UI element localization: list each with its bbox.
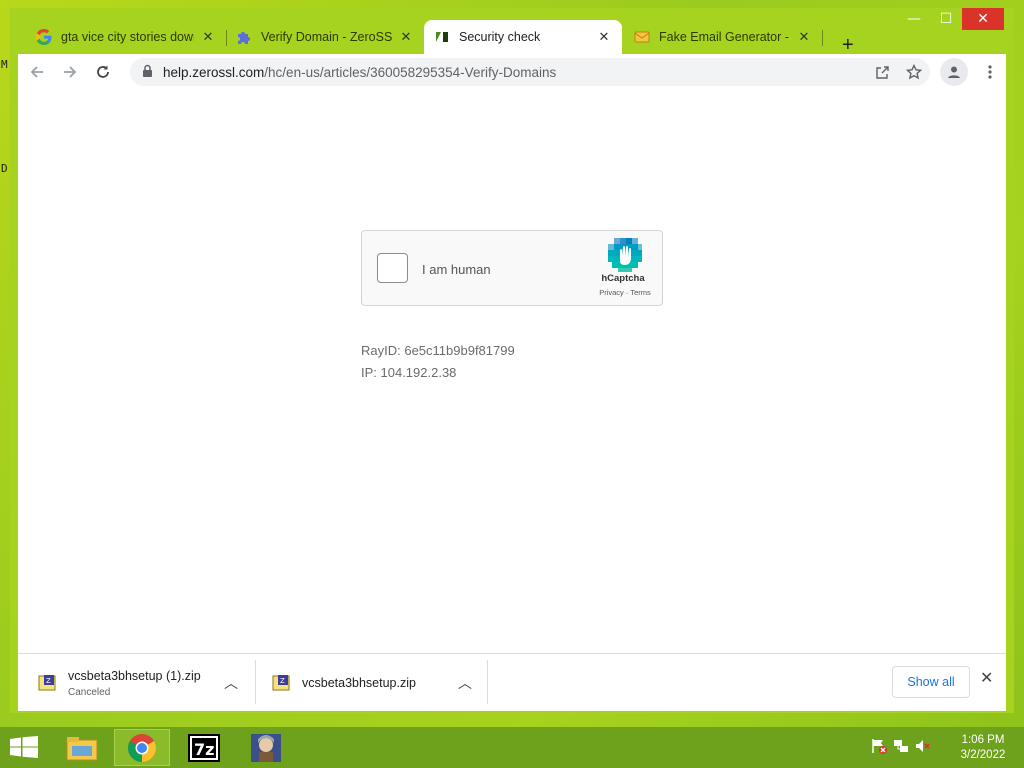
ray-info: RayID: 6e5c11b9b9f81799 IP: 104.192.2.38 — [361, 340, 515, 384]
lock-icon[interactable] — [142, 64, 153, 80]
tab-verify-domain[interactable]: Verify Domain - ZeroSSL ✕ — [226, 20, 424, 54]
clock-time: 1:06 PM — [961, 734, 1005, 746]
puzzle-icon — [236, 29, 252, 45]
page-content: I am human hCaptcha Privacy · Terms RayI… — [18, 90, 1006, 653]
chevron-up-icon[interactable]: ︿ — [458, 673, 472, 693]
hcaptcha-brand: hCaptcha — [601, 273, 645, 284]
chrome-window: — ☐ ✕ gta vice city stories down ✕ Verif… — [10, 8, 1014, 713]
show-all-button[interactable]: Show all — [892, 666, 970, 698]
tab-title: Security check — [459, 30, 541, 44]
avatar-icon — [948, 66, 960, 78]
ip-address: IP: 104.192.2.38 — [361, 365, 457, 380]
arrow-right-icon — [64, 66, 77, 78]
tab-fake-email[interactable]: Fake Email Generator - te ✕ — [624, 20, 822, 54]
tab-close-icon[interactable]: ✕ — [200, 29, 216, 45]
system-clock[interactable]: 1:06 PM 3/2/2022 — [948, 733, 1018, 763]
download-status: Canceled — [68, 686, 111, 698]
forward-button[interactable] — [56, 58, 84, 86]
share-icon — [875, 65, 889, 79]
desktop-glyph-d: D — [1, 162, 8, 175]
svg-text:Z: Z — [280, 677, 285, 685]
browser-toolbar: help.zerossl.com/hc/en-us/articles/36005… — [18, 54, 1006, 90]
download-separator — [487, 660, 488, 704]
kebab-menu-icon — [988, 65, 992, 79]
desktop-glyph-m: M — [1, 58, 8, 71]
tab-separator — [822, 30, 823, 46]
chrome-menu-button[interactable] — [980, 58, 1000, 86]
svg-text:Z: Z — [46, 677, 51, 685]
reload-icon — [97, 65, 109, 78]
privacy-terms-links[interactable]: Privacy · Terms — [588, 288, 662, 297]
desktop-edge-labels: M D — [0, 55, 10, 185]
tab-close-icon[interactable]: ✕ — [796, 29, 812, 45]
windows-start-icon[interactable] — [10, 736, 38, 763]
chevron-up-icon[interactable]: ︿ — [224, 673, 238, 693]
human-checkbox[interactable] — [377, 253, 408, 283]
back-button[interactable] — [23, 58, 51, 86]
reload-button[interactable] — [89, 58, 117, 86]
tab-title: gta vice city stories down — [61, 30, 194, 44]
downloads-bar: Z vcsbeta3bhsetup (1).zip Canceled ︿ Z v… — [18, 653, 1006, 711]
captcha-label: I am human — [422, 262, 491, 277]
tab-google-search[interactable]: gta vice city stories down ✕ — [26, 20, 226, 54]
tab-close-icon[interactable]: ✕ — [398, 29, 414, 45]
url-path: /hc/en-us/articles/360058295354-Verify-D… — [264, 64, 557, 80]
tab-strip: gta vice city stories down ✕ Verify Doma… — [26, 20, 926, 56]
network-icon[interactable] — [892, 737, 910, 755]
close-downloads-button[interactable]: ✕ — [980, 668, 993, 688]
download-separator — [255, 660, 256, 704]
maximize-button[interactable]: ☐ — [930, 8, 962, 30]
profile-button[interactable] — [940, 58, 968, 86]
download-filename: vcsbeta3bhsetup (1).zip — [68, 668, 201, 683]
volume-muted-icon[interactable] — [914, 737, 932, 755]
google-g-icon — [36, 29, 52, 45]
clock-date: 3/2/2022 — [960, 749, 1006, 761]
zip-file-icon: Z — [38, 675, 56, 691]
zip-file-icon: Z — [272, 675, 290, 691]
svg-text:7z: 7z — [194, 740, 214, 759]
tab-title: Fake Email Generator - te — [659, 30, 790, 44]
bookmark-star-button[interactable] — [898, 64, 930, 80]
system-tray — [870, 737, 932, 755]
file-explorer-icon[interactable] — [54, 729, 110, 766]
hcaptcha-widget: I am human hCaptcha Privacy · Terms — [361, 230, 663, 306]
tab-security-check[interactable]: Security check ✕ — [424, 20, 622, 54]
address-bar[interactable]: help.zerossl.com/hc/en-us/articles/36005… — [130, 58, 930, 86]
download-item[interactable]: Z vcsbeta3bhsetup.zip ︿ — [272, 662, 482, 704]
7zip-icon[interactable]: 7z — [176, 729, 232, 766]
tab-title: Verify Domain - ZeroSSL — [261, 30, 392, 44]
game-icon[interactable] — [238, 729, 294, 766]
download-filename: vcsbeta3bhsetup.zip — [302, 676, 416, 690]
zendesk-icon — [434, 29, 450, 45]
tab-close-icon[interactable]: ✕ — [596, 29, 612, 45]
flag-alert-icon[interactable] — [870, 737, 888, 755]
download-item[interactable]: Z vcsbeta3bhsetup (1).zip Canceled ︿ — [38, 662, 248, 704]
share-button[interactable] — [866, 65, 898, 80]
ray-id: RayID: 6e5c11b9b9f81799 — [361, 343, 515, 358]
taskbar: 7z 1:06 PM 3/2/2022 — [0, 727, 1024, 768]
close-window-button[interactable]: ✕ — [962, 8, 1004, 30]
arrow-left-icon — [30, 66, 43, 78]
hcaptcha-logo-icon[interactable] — [608, 238, 642, 277]
star-icon — [906, 64, 922, 80]
envelope-icon — [634, 29, 650, 45]
url-host: help.zerossl.com — [163, 64, 265, 80]
chrome-icon[interactable] — [114, 729, 170, 766]
